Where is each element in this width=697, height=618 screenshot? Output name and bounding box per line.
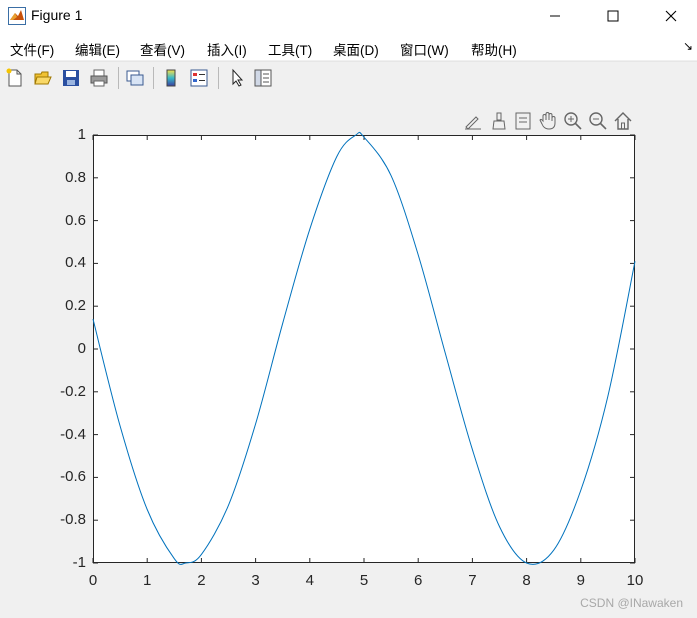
- x-tick-label: 1: [143, 572, 152, 589]
- plot-axes[interactable]: [0, 0, 697, 618]
- x-tick-label: 3: [251, 572, 260, 589]
- x-tick-label: 10: [626, 572, 644, 589]
- axes-box: [93, 135, 635, 563]
- y-tick-label: -0.2: [60, 382, 86, 400]
- y-tick-label: 0.4: [65, 254, 86, 272]
- y-tick-label: 0.8: [65, 168, 86, 186]
- y-tick-label: 0: [77, 340, 86, 357]
- x-tick-label: 0: [88, 572, 98, 589]
- y-tick-label: -0.6: [60, 468, 86, 486]
- x-tick-label: 5: [359, 572, 369, 589]
- x-tick-label: 6: [414, 572, 423, 589]
- y-tick-label: 0.6: [65, 211, 86, 229]
- y-tick-label: -1: [72, 554, 86, 571]
- x-tick-label: 7: [468, 572, 477, 589]
- y-tick-label: 0.2: [65, 297, 86, 315]
- watermark-text: CSDN @INawaken: [580, 596, 683, 610]
- x-tick-label: 8: [522, 572, 531, 589]
- x-tick-label: 2: [197, 572, 206, 589]
- y-tick-label: -0.4: [60, 425, 86, 443]
- series-line: [92, 131, 636, 565]
- y-tick-label: 1: [77, 126, 86, 143]
- x-tick-label: 4: [305, 572, 314, 589]
- y-tick-label: -0.8: [60, 511, 86, 529]
- x-tick-label: 9: [576, 572, 585, 589]
